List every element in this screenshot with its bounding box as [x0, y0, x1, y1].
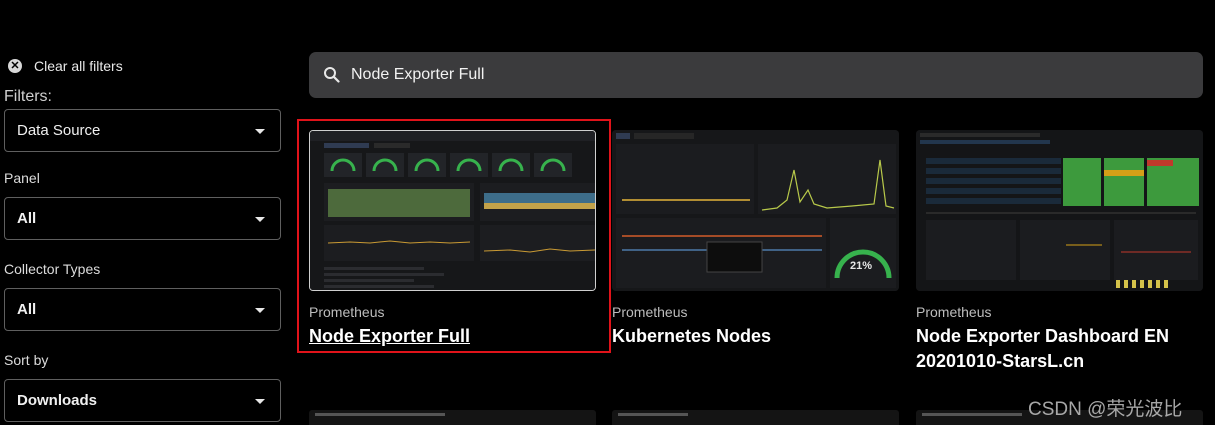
- dashboard-thumbnail-next-row[interactable]: [309, 410, 596, 425]
- card-source: Prometheus: [916, 304, 992, 320]
- data-source-select[interactable]: Data Source: [4, 109, 281, 152]
- panel-select-value: All: [17, 210, 37, 227]
- dashboard-card-kubernetes-nodes[interactable]: 21% Prometheus Kubernetes Nodes: [612, 130, 899, 349]
- chevron-down-icon: [255, 217, 265, 222]
- panel-select[interactable]: All: [4, 197, 281, 240]
- collector-types-select[interactable]: All: [4, 288, 281, 331]
- card-title-link[interactable]: Node Exporter Full: [309, 324, 596, 349]
- dashboard-thumbnail-next-row[interactable]: [612, 410, 899, 425]
- sort-by-label: Sort by: [4, 352, 49, 368]
- chevron-down-icon: [255, 308, 265, 313]
- panel-label: Panel: [4, 170, 40, 186]
- collector-types-select-value: All: [17, 301, 37, 318]
- filters-title: Filters:: [4, 88, 52, 105]
- watermark: CSDN @荣光波比: [1028, 399, 1183, 420]
- card-source: Prometheus: [309, 304, 385, 320]
- clear-all-filters-button[interactable]: ✕ Clear all filters: [8, 56, 123, 76]
- search-icon: [324, 67, 340, 83]
- chevron-down-icon: [255, 399, 265, 404]
- clear-all-filters-label: Clear all filters: [34, 58, 123, 74]
- dashboard-card-node-exporter-dashboard-en[interactable]: Prometheus Node Exporter Dashboard EN 20…: [916, 130, 1203, 374]
- dashboard-thumbnail: [309, 130, 596, 291]
- chevron-down-icon: [255, 129, 265, 134]
- sort-by-select-value: Downloads: [17, 392, 98, 409]
- collector-types-label: Collector Types: [4, 261, 101, 277]
- search-input[interactable]: Node Exporter Full: [309, 52, 1203, 98]
- search-value: Node Exporter Full: [351, 66, 485, 83]
- dashboard-card-node-exporter-full[interactable]: Prometheus Node Exporter Full: [309, 130, 596, 349]
- gauge-value: 21%: [850, 260, 873, 272]
- sort-by-select[interactable]: Downloads: [4, 379, 281, 422]
- close-circle-icon: ✕: [8, 59, 22, 73]
- data-source-select-value: Data Source: [17, 122, 101, 139]
- card-source: Prometheus: [612, 304, 688, 320]
- card-title-link[interactable]: Kubernetes Nodes: [612, 324, 899, 349]
- dashboard-thumbnail: 21%: [612, 130, 899, 291]
- dashboard-thumbnail: [916, 130, 1203, 291]
- card-title-link[interactable]: Node Exporter Dashboard EN 20201010-Star…: [916, 324, 1203, 374]
